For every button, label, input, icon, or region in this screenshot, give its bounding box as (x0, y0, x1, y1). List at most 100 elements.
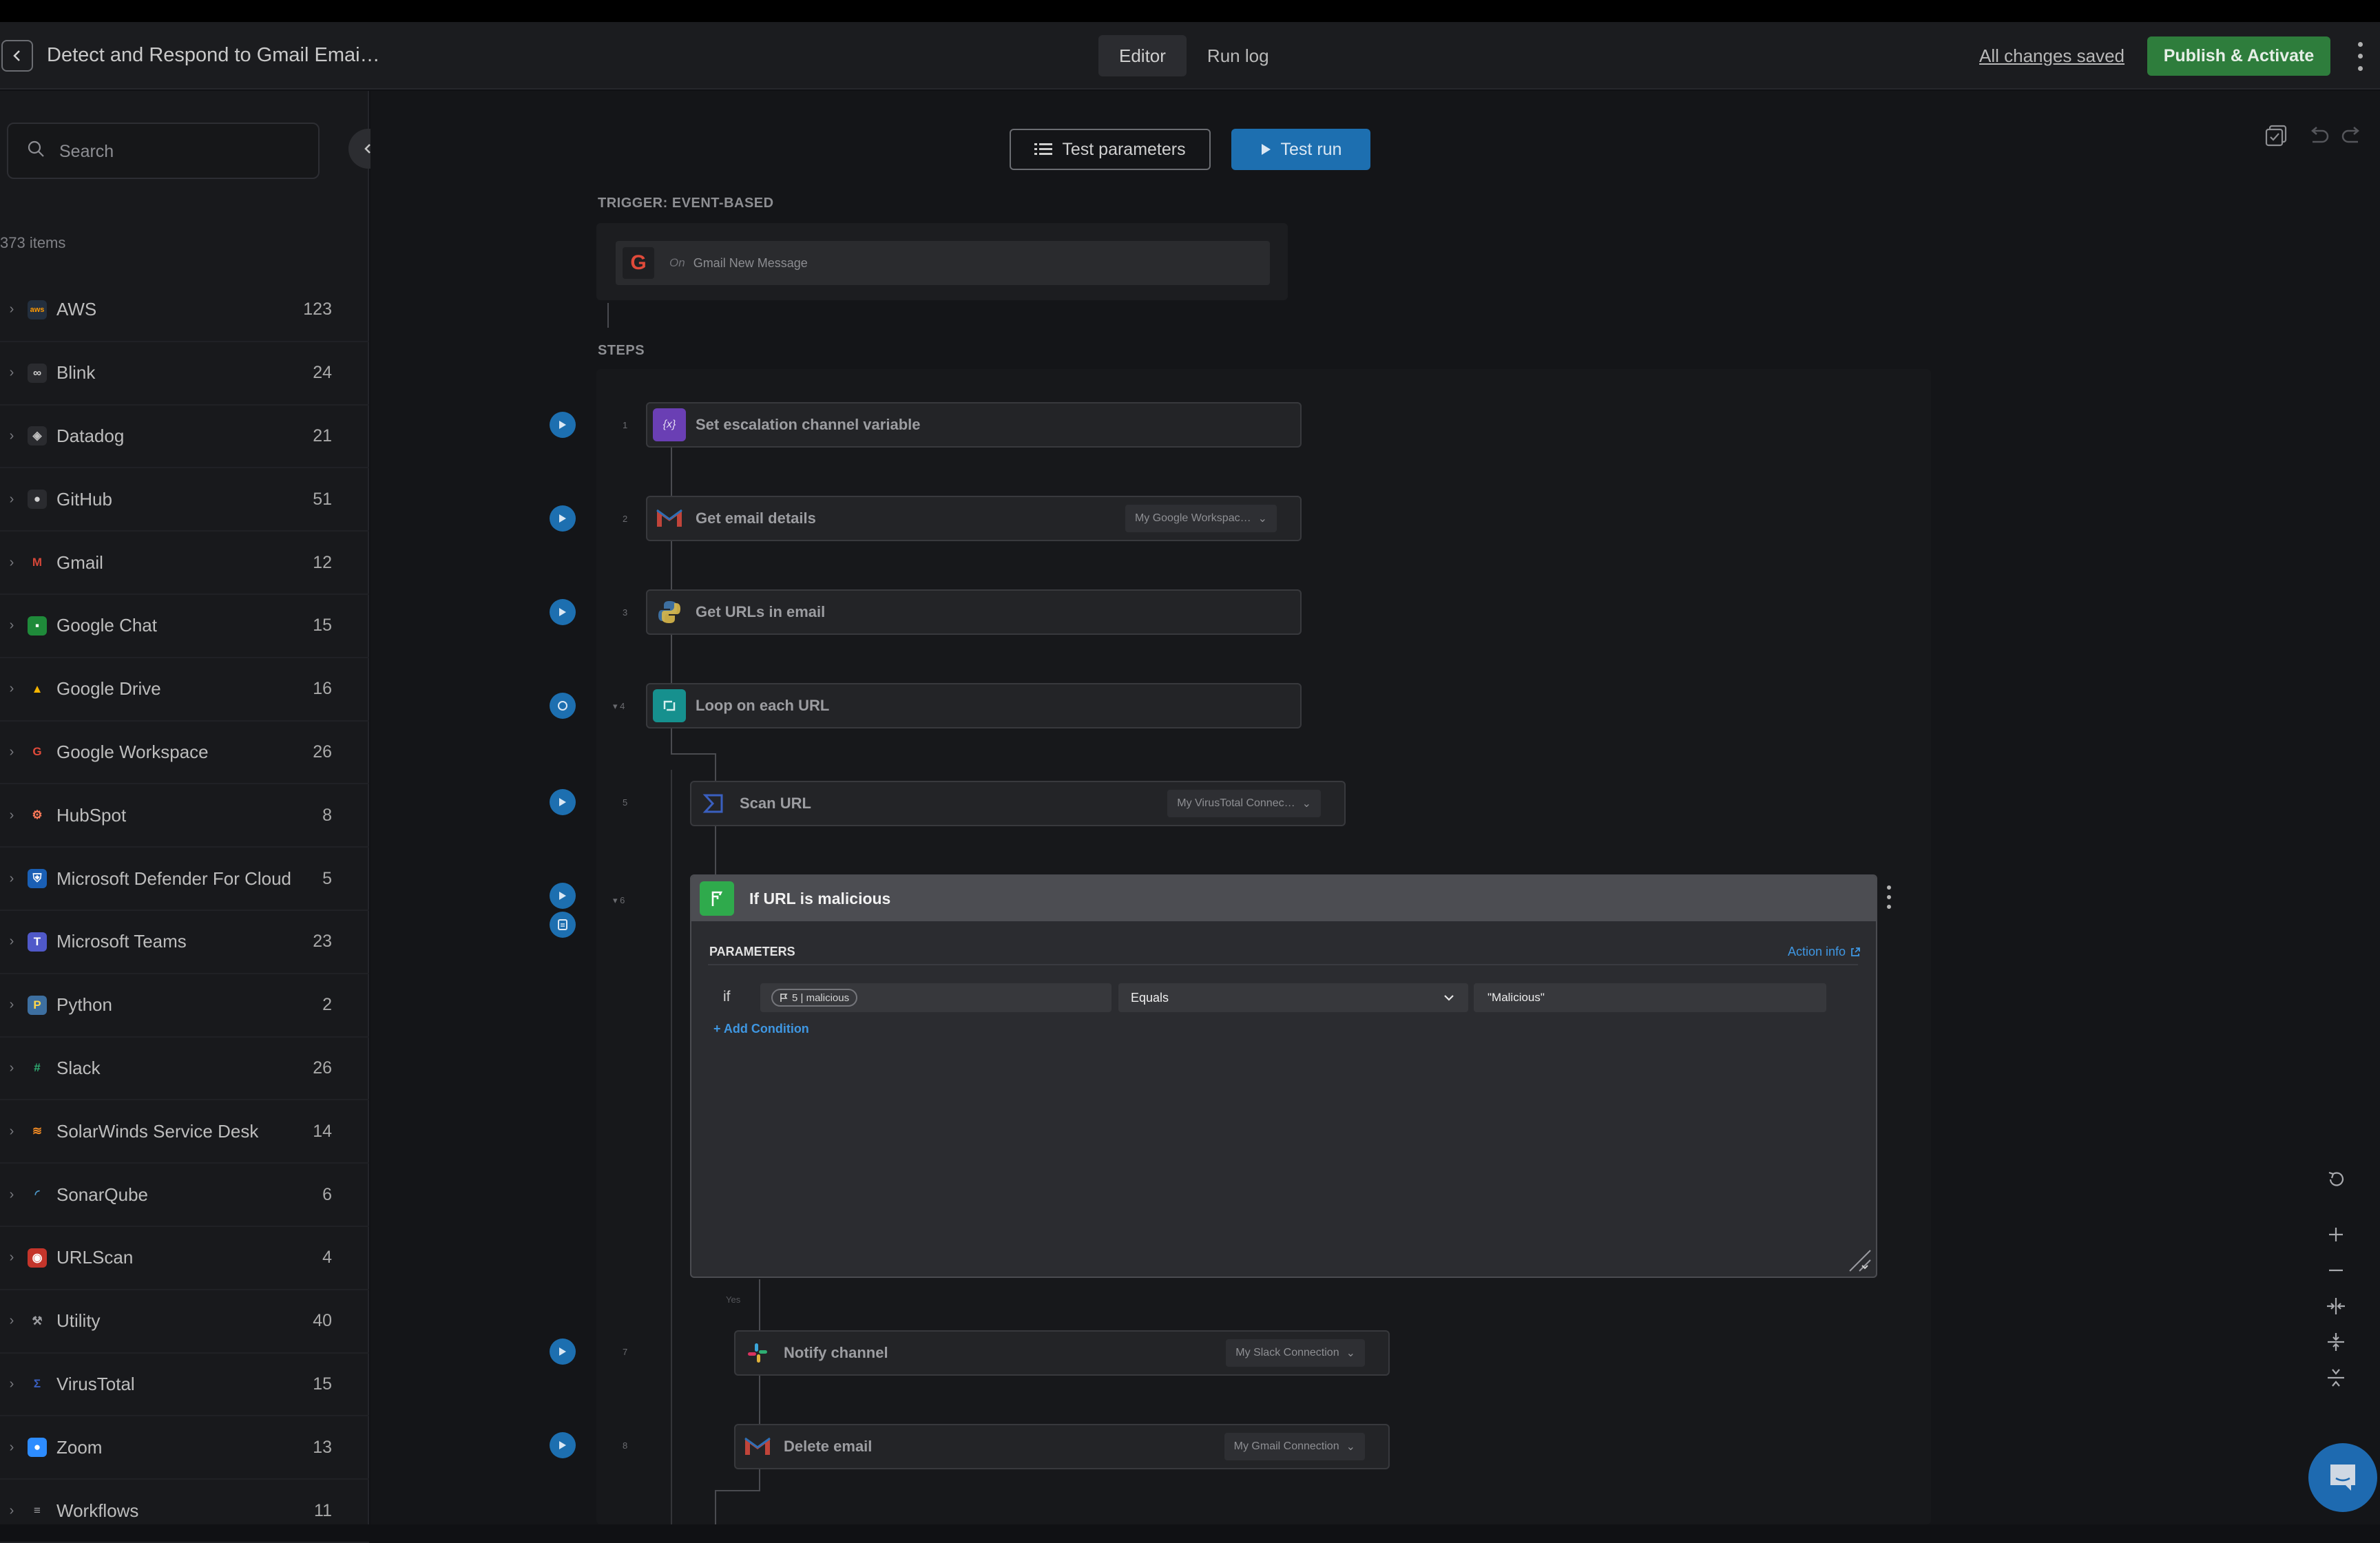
fit-width-icon[interactable] (2319, 1290, 2352, 1322)
sidebar-item-datadog[interactable]: › ◈ Datadog 21 (0, 406, 369, 469)
sidebar-item-utility[interactable]: › ⚒ Utility 40 (0, 1290, 369, 1354)
condition-card-header[interactable]: If URL is malicious (691, 876, 1876, 921)
fit-height-icon[interactable] (2319, 1326, 2352, 1358)
sidebar-item-gmail[interactable]: › M Gmail 12 (0, 532, 369, 595)
step-loop-on-each-url[interactable]: Loop on each URL (646, 683, 1302, 728)
chevron-right-icon[interactable]: › (0, 1440, 23, 1456)
reset-view-icon[interactable] (2319, 1164, 2352, 1195)
run-step-button[interactable] (550, 789, 576, 815)
chevron-right-icon[interactable]: › (0, 302, 23, 317)
chevron-right-icon[interactable]: › (0, 744, 23, 760)
sidebar-item-aws[interactable]: › aws AWS 123 (0, 279, 369, 342)
zoom-in-icon[interactable] (2319, 1219, 2352, 1250)
chevron-right-icon[interactable]: › (0, 1187, 23, 1203)
sidebar-item-solarwinds-service-desk[interactable]: › ≋ SolarWinds Service Desk 14 (0, 1100, 369, 1164)
support-chat-button[interactable] (2308, 1443, 2377, 1512)
variable-chip[interactable]: 5 | malicious (771, 989, 858, 1007)
sidebar-item-google-workspace[interactable]: › G Google Workspace 26 (0, 722, 369, 785)
sidebar-item-workflows[interactable]: › ≡ Workflows 11 (0, 1480, 369, 1543)
play-icon (559, 1347, 566, 1356)
step-set-escalation-channel-variable[interactable]: {x} Set escalation channel variable (646, 402, 1302, 448)
add-condition-button[interactable]: + Add Condition (713, 1022, 809, 1036)
connection-select[interactable]: My Google Workspac… ⌄ (1125, 505, 1277, 532)
step-delete-email[interactable]: Delete email My Gmail Connection ⌄ (734, 1424, 1390, 1469)
run-step-button[interactable] (550, 599, 576, 625)
chevron-right-icon[interactable]: › (0, 1250, 23, 1266)
condition-left-operand[interactable]: 5 | malicious (760, 983, 1111, 1012)
chevron-right-icon[interactable]: › (0, 428, 23, 444)
chevron-right-icon[interactable]: › (0, 492, 23, 507)
connector-line (671, 728, 672, 755)
chevron-right-icon[interactable]: › (0, 1376, 23, 1392)
connector-line (759, 1279, 760, 1330)
test-run-button[interactable]: Test run (1231, 129, 1370, 170)
chevron-right-icon[interactable]: › (0, 1124, 23, 1140)
sidebar-item-github[interactable]: › ● GitHub 51 (0, 468, 369, 532)
validate-icon[interactable] (2262, 121, 2290, 150)
virustotal-icon (697, 787, 730, 820)
redo-icon[interactable] (2337, 121, 2366, 150)
step-get-urls-in-email[interactable]: Get URLs in email (646, 589, 1302, 635)
tab-editor[interactable]: Editor (1098, 35, 1187, 76)
more-options-icon[interactable] (2351, 39, 2369, 74)
chevron-right-icon[interactable]: › (0, 681, 23, 697)
step-scan-url[interactable]: Scan URL My VirusTotal Connec… ⌄ (690, 781, 1346, 826)
sidebar-item-hubspot[interactable]: › ⚙ HubSpot 8 (0, 784, 369, 848)
connection-select[interactable]: My VirusTotal Connec… ⌄ (1167, 790, 1321, 817)
run-step-button[interactable] (550, 505, 576, 532)
chevron-right-icon[interactable]: › (0, 871, 23, 887)
back-button[interactable] (1, 40, 33, 72)
step-note-button[interactable] (550, 912, 576, 938)
search-box[interactable] (7, 123, 320, 179)
sidebar-item-urlscan[interactable]: › ◉ URLScan 4 (0, 1227, 369, 1290)
sidebar-item-label: Slack (56, 1057, 101, 1078)
sidebar-item-google-drive[interactable]: › ▲ Google Drive 16 (0, 658, 369, 722)
save-status-link[interactable]: All changes saved (1979, 43, 2125, 69)
resize-handle[interactable] (1843, 1243, 1873, 1274)
zoom-out-icon[interactable] (2319, 1255, 2352, 1286)
chevron-right-icon[interactable]: › (0, 618, 23, 633)
chevron-right-icon[interactable]: › (0, 365, 23, 381)
chevron-right-icon[interactable]: › (0, 808, 23, 823)
run-step-button[interactable] (550, 883, 576, 909)
run-step-button[interactable] (550, 412, 576, 438)
chevron-right-icon[interactable]: › (0, 1313, 23, 1329)
run-loop-button[interactable] (550, 693, 576, 719)
chevron-right-icon[interactable]: › (0, 997, 23, 1013)
sidebar-item-microsoft-defender-for-cloud[interactable]: › ⛨ Microsoft Defender For Cloud 5 (0, 848, 369, 911)
run-step-button[interactable] (550, 1432, 576, 1458)
chevron-right-icon[interactable]: › (0, 555, 23, 571)
publish-activate-button[interactable]: Publish & Activate (2147, 36, 2330, 76)
sidebar-item-slack[interactable]: › # Slack 26 (0, 1038, 369, 1101)
chevron-down-icon: ⌄ (1302, 798, 1311, 810)
operator-select[interactable]: Equals (1118, 983, 1468, 1012)
sidebar-item-python[interactable]: › P Python 2 (0, 974, 369, 1038)
tab-run-log[interactable]: Run log (1187, 35, 1290, 76)
run-step-button[interactable] (550, 1339, 576, 1365)
connection-label: My Gmail Connection (1233, 1440, 1339, 1452)
sidebar-item-blink[interactable]: › ∞ Blink 24 (0, 342, 369, 406)
step-get-email-details[interactable]: Get email details My Google Workspac… ⌄ (646, 496, 1302, 541)
sidebar-item-google-chat[interactable]: › ▪ Google Chat 15 (0, 595, 369, 658)
test-parameters-button[interactable]: Test parameters (1010, 129, 1211, 170)
condition-value-input[interactable]: "Malicious" (1474, 983, 1826, 1012)
sidebar-item-label: Microsoft Teams (56, 931, 187, 952)
chevron-right-icon[interactable]: › (0, 1503, 23, 1519)
sidebar-item-virustotal[interactable]: › Σ VirusTotal 15 (0, 1354, 369, 1417)
sidebar-item-microsoft-teams[interactable]: › T Microsoft Teams 23 (0, 911, 369, 974)
connection-select[interactable]: My Slack Connection ⌄ (1226, 1339, 1365, 1367)
action-info-link[interactable]: Action info (1788, 945, 1861, 959)
card-more-options-icon[interactable] (1884, 885, 1894, 909)
sidebar-item-sonarqube[interactable]: › ◜ SonarQube 6 (0, 1164, 369, 1227)
connection-select[interactable]: My Gmail Connection ⌄ (1224, 1433, 1365, 1460)
sidebar-item-zoom[interactable]: › ● Zoom 13 (0, 1416, 369, 1480)
chevron-right-icon[interactable]: › (0, 1060, 23, 1076)
search-input[interactable] (58, 138, 306, 165)
condition-step-card[interactable]: If URL is malicious PARAMETERS Action in… (690, 874, 1877, 1278)
chevron-right-icon[interactable]: › (0, 934, 23, 949)
step-notify-channel[interactable]: Notify channel My Slack Connection ⌄ (734, 1330, 1390, 1376)
workflow-title[interactable]: Detect and Respond to Gmail Emai… (47, 41, 380, 69)
undo-icon[interactable] (2304, 121, 2333, 150)
trigger-card[interactable]: G On Gmail New Message (616, 241, 1270, 285)
collapse-all-icon[interactable] (2319, 1362, 2352, 1394)
